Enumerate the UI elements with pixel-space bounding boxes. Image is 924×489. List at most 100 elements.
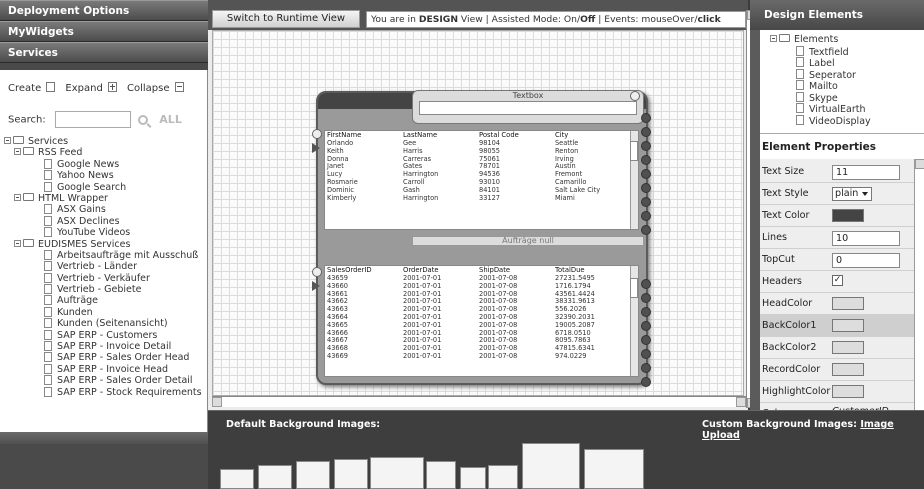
canvas-horizontal-scrollbar[interactable] [212, 396, 746, 407]
switch-runtime-view-button[interactable]: Switch to Runtime View [212, 10, 360, 28]
tree-item[interactable]: YouTube Videos [4, 227, 208, 238]
background-thumbnail[interactable] [426, 461, 456, 489]
panel-splitter[interactable] [0, 432, 208, 444]
tree-item[interactable]: HTML Wrapper [4, 192, 208, 204]
tree-item[interactable]: ASX Declines [4, 215, 208, 227]
connector-arrow-icon[interactable] [312, 281, 320, 291]
tree-item[interactable]: SAP ERP - Invoice Head [4, 363, 208, 375]
tree-item[interactable]: Aufträge [4, 295, 208, 306]
assisted-mode-off-toggle[interactable]: Off [580, 14, 595, 25]
collapse-button[interactable]: Collapse [127, 82, 188, 94]
color-swatch[interactable] [832, 385, 864, 398]
tree-item[interactable]: SAP ERP - Sales Order Head [4, 352, 208, 363]
collapse-toggle-icon[interactable] [4, 137, 11, 144]
color-swatch[interactable] [832, 209, 864, 222]
tree-item[interactable]: Kunden (Seitenansicht) [4, 318, 208, 329]
background-thumbnail[interactable] [584, 449, 644, 489]
color-swatch[interactable] [832, 297, 864, 310]
search-icon[interactable] [138, 114, 149, 125]
tree-item[interactable]: Vertrieb - Gebiete [4, 284, 208, 295]
orders-table[interactable]: SalesOrderID OrderDate ShipDate TotalDue 436… [324, 265, 639, 377]
scroll-left-icon[interactable] [212, 397, 222, 407]
design-element-item[interactable]: Label [760, 57, 924, 69]
expand-button[interactable]: Expand [65, 82, 120, 94]
background-thumbnail[interactable] [220, 469, 254, 489]
property-input[interactable]: 0 [832, 253, 900, 268]
customer-table[interactable]: FirstName LastName Postal Code City Orlando G… [324, 130, 639, 230]
connector-port-icon[interactable] [641, 293, 651, 303]
connector-port-icon[interactable] [641, 169, 651, 179]
tree-item[interactable]: Elements [760, 34, 924, 46]
events-click-toggle[interactable]: click [697, 14, 720, 25]
connector-port-icon[interactable] [641, 141, 651, 151]
composite-widget[interactable]: Textbox FirstName LastName Postal Code City… [312, 90, 651, 387]
connector-port-icon[interactable] [641, 307, 651, 317]
property-input[interactable]: 10 [832, 231, 900, 246]
tree-item[interactable]: EUDISMES Services [4, 238, 208, 250]
design-canvas[interactable]: Textbox FirstName LastName Postal Code City… [212, 30, 744, 396]
tree-item[interactable]: Yahoo News [4, 170, 208, 181]
connector-port-icon[interactable] [641, 335, 651, 345]
color-swatch[interactable] [832, 363, 864, 376]
tree-item[interactable]: Vertrieb - Verkäufer [4, 272, 208, 284]
connector-port-icon[interactable] [641, 113, 651, 123]
connector-port-icon[interactable] [641, 225, 651, 235]
connector-port-icon[interactable] [641, 127, 651, 137]
connector-port-icon[interactable] [641, 279, 651, 289]
connector-port-icon[interactable] [641, 377, 651, 387]
tree-item[interactable]: SAP ERP - Customers [4, 329, 208, 341]
tree-item[interactable]: Kunden [4, 306, 208, 318]
table-scrollbar[interactable] [630, 131, 638, 229]
design-element-item[interactable]: Mailto [760, 80, 924, 92]
textbox-element[interactable]: Textbox [412, 90, 644, 124]
color-swatch[interactable] [832, 341, 864, 354]
tree-item[interactable]: SAP ERP - Sales Order Detail [4, 375, 208, 386]
scroll-up-icon[interactable] [915, 159, 924, 169]
tree-item[interactable]: ASX Gains [4, 204, 208, 215]
collapse-toggle-icon[interactable] [770, 35, 777, 42]
close-icon[interactable] [630, 91, 640, 101]
services-header[interactable]: Services [0, 42, 208, 63]
create-button[interactable]: Create [8, 82, 59, 94]
design-element-item[interactable]: Skype [760, 91, 924, 104]
tree-item[interactable]: SAP ERP - Stock Requirements [4, 386, 208, 398]
design-element-item[interactable]: VirtualEarth [760, 103, 924, 115]
drag-handle-icon[interactable] [312, 129, 322, 139]
background-thumbnail[interactable] [258, 465, 292, 489]
tree-item[interactable]: Google Search [4, 181, 208, 193]
properties-scrollbar[interactable] [914, 159, 924, 410]
textbox-input[interactable] [419, 101, 637, 115]
background-thumbnail[interactable] [334, 459, 368, 489]
connector-port-icon[interactable] [641, 349, 651, 359]
background-thumbnail[interactable] [488, 465, 518, 489]
all-toggle[interactable]: ALL [159, 113, 182, 126]
background-thumbnail[interactable] [460, 467, 486, 489]
connector-port-icon[interactable] [641, 155, 651, 165]
background-thumbnail[interactable] [522, 443, 580, 489]
tree-item[interactable]: Google News [4, 158, 208, 170]
tree-item[interactable]: RSS Feed [4, 147, 208, 158]
background-thumbnail[interactable] [296, 461, 330, 489]
tree-item[interactable]: SAP ERP - Invoice Detail [4, 341, 208, 352]
tree-item[interactable]: Vertrieb - Länder [4, 261, 208, 272]
connector-port-icon[interactable] [641, 197, 651, 207]
mywidgets-header[interactable]: MyWidgets [0, 21, 208, 42]
collapse-toggle-icon[interactable] [14, 148, 21, 156]
search-input[interactable] [54, 111, 131, 128]
headers-checkbox[interactable]: ✓ [832, 275, 843, 286]
tree-item[interactable]: Services [4, 136, 208, 147]
collapse-toggle-icon[interactable] [14, 193, 21, 201]
connector-port-icon[interactable] [641, 363, 651, 373]
deployment-options-header[interactable]: Deployment Options [0, 0, 208, 21]
tree-item[interactable]: Arbeitsaufträge mit Ausschuß [4, 249, 208, 261]
text-style-select[interactable]: plain [832, 187, 872, 201]
background-thumbnail[interactable] [370, 457, 424, 489]
connector-port-icon[interactable] [641, 183, 651, 193]
collapse-toggle-icon[interactable] [14, 239, 21, 247]
design-element-item[interactable]: VideoDisplay [760, 114, 924, 127]
design-element-item[interactable]: Textfield [760, 45, 924, 58]
connector-port-icon[interactable] [641, 211, 651, 221]
connector-port-icon[interactable] [641, 321, 651, 331]
property-input[interactable]: 11 [832, 165, 900, 180]
table-scrollbar[interactable] [630, 266, 638, 376]
